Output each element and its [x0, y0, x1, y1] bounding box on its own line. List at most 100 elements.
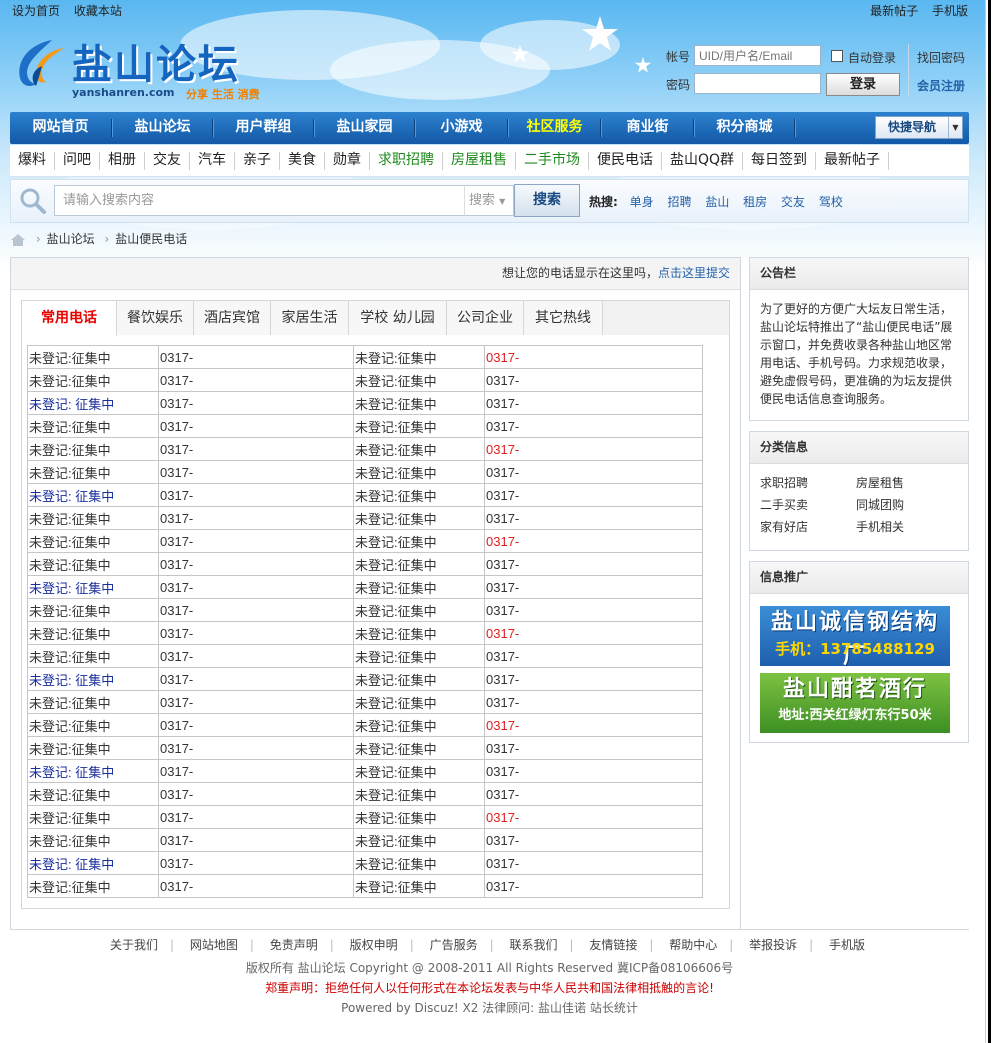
tab-schools[interactable]: 学校 幼儿园 — [349, 301, 447, 335]
nav-item-home-space[interactable]: 盐山家园 — [315, 112, 414, 144]
tab-common-phones[interactable]: 常用电话 — [22, 301, 117, 336]
entry-phone: 0317- — [484, 506, 703, 530]
entry-name: 未登记:征集中 — [27, 874, 159, 898]
category-link[interactable]: 家有好店 — [760, 516, 856, 538]
account-input[interactable] — [694, 45, 821, 66]
bookmark-link[interactable]: 收藏本站 — [74, 4, 122, 18]
tab-dining[interactable]: 餐饮娱乐 — [117, 301, 194, 335]
hot-search-link[interactable]: 租房 — [743, 195, 767, 209]
promo-banner-liquor[interactable]: 盐山酣茗酒行 地址:西关红绿灯东行50米 — [760, 673, 950, 733]
submit-phone-link[interactable]: 点击这里提交 — [658, 266, 730, 280]
logo-domain: yanshanren.com — [72, 86, 175, 99]
quick-nav-button[interactable]: 快捷导航 ▼ — [875, 116, 963, 139]
hot-search-link[interactable]: 招聘 — [667, 195, 691, 209]
subnav-item[interactable]: 每日签到 — [743, 145, 815, 177]
home-icon[interactable] — [10, 233, 26, 247]
hot-search-link[interactable]: 盐山 — [705, 195, 729, 209]
footer-link[interactable]: 联系我们 — [509, 938, 557, 952]
chevron-down-icon: ▼ — [948, 117, 962, 138]
nav-item-games[interactable]: 小游戏 — [416, 112, 507, 144]
breadcrumb-current[interactable]: 盐山便民电话 — [115, 232, 187, 246]
mobile-version-link[interactable]: 手机版 — [932, 4, 968, 18]
auto-login-checkbox[interactable] — [831, 50, 843, 62]
footer-link[interactable]: 友情链接 — [589, 938, 637, 952]
footer-link[interactable]: 手机版 — [829, 938, 865, 952]
password-input[interactable] — [694, 73, 821, 94]
subnav-item[interactable]: 亲子 — [235, 145, 279, 177]
nav-item-forum[interactable]: 盐山论坛 — [113, 112, 212, 144]
entry-name: 未登记:征集中 — [27, 805, 159, 829]
table-row: 未登记: 征集中 0317- 未登记:征集中 0317- — [27, 575, 703, 599]
entry-phone: 0317- — [158, 805, 354, 829]
nav-item-home[interactable]: 网站首页 — [10, 112, 111, 144]
subnav-item[interactable]: 房屋租售 — [443, 145, 515, 177]
subnav-item[interactable]: 汽车 — [190, 145, 234, 177]
latest-posts-link[interactable]: 最新帖子 — [870, 4, 918, 18]
subnav-item[interactable]: 美食 — [280, 145, 324, 177]
phone-directory-table: 未登记:征集中 0317- 未登记:征集中 0317- 未登记:征集中 0317- 未登记:… — [27, 345, 703, 898]
category-link[interactable]: 手机相关 — [856, 516, 952, 538]
hot-search-link[interactable]: 交友 — [781, 195, 805, 209]
site-logo[interactable]: 盐山论坛 yanshanren.com 分享 生活 消费 — [12, 30, 282, 106]
category-link[interactable]: 房屋租售 — [856, 472, 952, 494]
entry-name: 未登记: 征集中 — [27, 667, 159, 691]
entry-name: 未登记:征集中 — [353, 782, 485, 806]
tab-hotels[interactable]: 酒店宾馆 — [194, 301, 271, 335]
footer: 关于我们 | 网站地图 | 免责声明 | 版权申明 | 广告服务 | 联系我们 | 友情链接… — [10, 929, 969, 1018]
entry-name: 未登记:征集中 — [27, 782, 159, 806]
entry-phone: 0317- — [484, 828, 703, 852]
notice-text: 为了更好的方便广大坛友日常生活，盐山论坛特推出了“盐山便民电话”展示窗口，并免费… — [760, 302, 953, 406]
category-link[interactable]: 二手买卖 — [760, 494, 856, 516]
category-link[interactable]: 同城团购 — [856, 494, 952, 516]
subnav-item[interactable]: 相册 — [100, 145, 144, 177]
search-button[interactable]: 搜索 — [514, 184, 580, 217]
tab-companies[interactable]: 公司企业 — [447, 301, 524, 335]
entry-phone: 0317- — [158, 851, 354, 875]
entry-name: 未登记:征集中 — [353, 690, 485, 714]
category-link[interactable]: 求职招聘 — [760, 472, 856, 494]
search-type-select[interactable]: 搜索 ▼ — [464, 185, 514, 216]
entry-name: 未登记:征集中 — [27, 460, 159, 484]
subnav-item[interactable]: 盐山QQ群 — [662, 145, 742, 177]
footer-link[interactable]: 广告服务 — [430, 938, 478, 952]
footer-link[interactable]: 网站地图 — [190, 938, 238, 952]
search-input[interactable]: 请输入搜索内容 — [54, 185, 467, 216]
subnav-item[interactable]: 交友 — [145, 145, 189, 177]
account-label: 帐号 — [666, 50, 691, 64]
entry-phone: 0317- — [484, 529, 703, 553]
login-button[interactable]: 登录 — [826, 73, 900, 96]
hot-search-link[interactable]: 单身 — [630, 195, 654, 209]
footer-link[interactable]: 免责声明 — [270, 938, 318, 952]
register-link[interactable]: 会员注册 — [917, 77, 965, 94]
promo-banner-steel[interactable]: 盐山诚信钢结构厂 手机：13785488129 — [760, 606, 950, 669]
find-password-link[interactable]: 找回密码 — [917, 49, 965, 66]
entry-name: 未登记:征集中 — [27, 552, 159, 576]
footer-link[interactable]: 版权申明 — [350, 938, 398, 952]
subnav-item[interactable]: 问吧 — [55, 145, 99, 177]
footer-link[interactable]: 关于我们 — [110, 938, 158, 952]
set-homepage-link[interactable]: 设为首页 — [12, 4, 60, 18]
quick-nav-label: 快捷导航 — [888, 120, 937, 134]
table-row: 未登记:征集中 0317- 未登记:征集中 0317- — [27, 713, 703, 737]
nav-item-business[interactable]: 商业街 — [602, 112, 693, 144]
nav-item-points-mall[interactable]: 积分商城 — [695, 112, 794, 144]
promo-banner-title: 盐山诚信钢结构厂 — [770, 610, 939, 669]
entry-phone: 0317- — [158, 391, 354, 415]
footer-link[interactable]: 举报投诉 — [749, 938, 797, 952]
hot-search-link[interactable]: 驾校 — [819, 195, 843, 209]
nav-item-groups[interactable]: 用户群组 — [214, 112, 313, 144]
subnav-item[interactable]: 最新帖子 — [816, 145, 888, 177]
subnav-item[interactable]: 爆料 — [10, 145, 54, 177]
subnav-item[interactable]: 二手市场 — [516, 145, 588, 177]
nav-item-community[interactable]: 社区服务 — [509, 112, 600, 144]
submit-tip: 想让您的电话显示在这里吗，点击这里提交 — [11, 258, 740, 290]
subnav-item[interactable]: 便民电话 — [589, 145, 661, 177]
window-scrollbar[interactable] — [985, 0, 1003, 1043]
tab-other-hotlines[interactable]: 其它热线 — [524, 301, 603, 335]
breadcrumb-forum[interactable]: 盐山论坛 — [47, 232, 95, 246]
logo-slogan: 分享 生活 消费 — [186, 88, 260, 101]
subnav-item[interactable]: 勋章 — [325, 145, 369, 177]
footer-link[interactable]: 帮助中心 — [669, 938, 717, 952]
subnav-item[interactable]: 求职招聘 — [370, 145, 442, 177]
tab-home-life[interactable]: 家居生活 — [271, 301, 349, 335]
